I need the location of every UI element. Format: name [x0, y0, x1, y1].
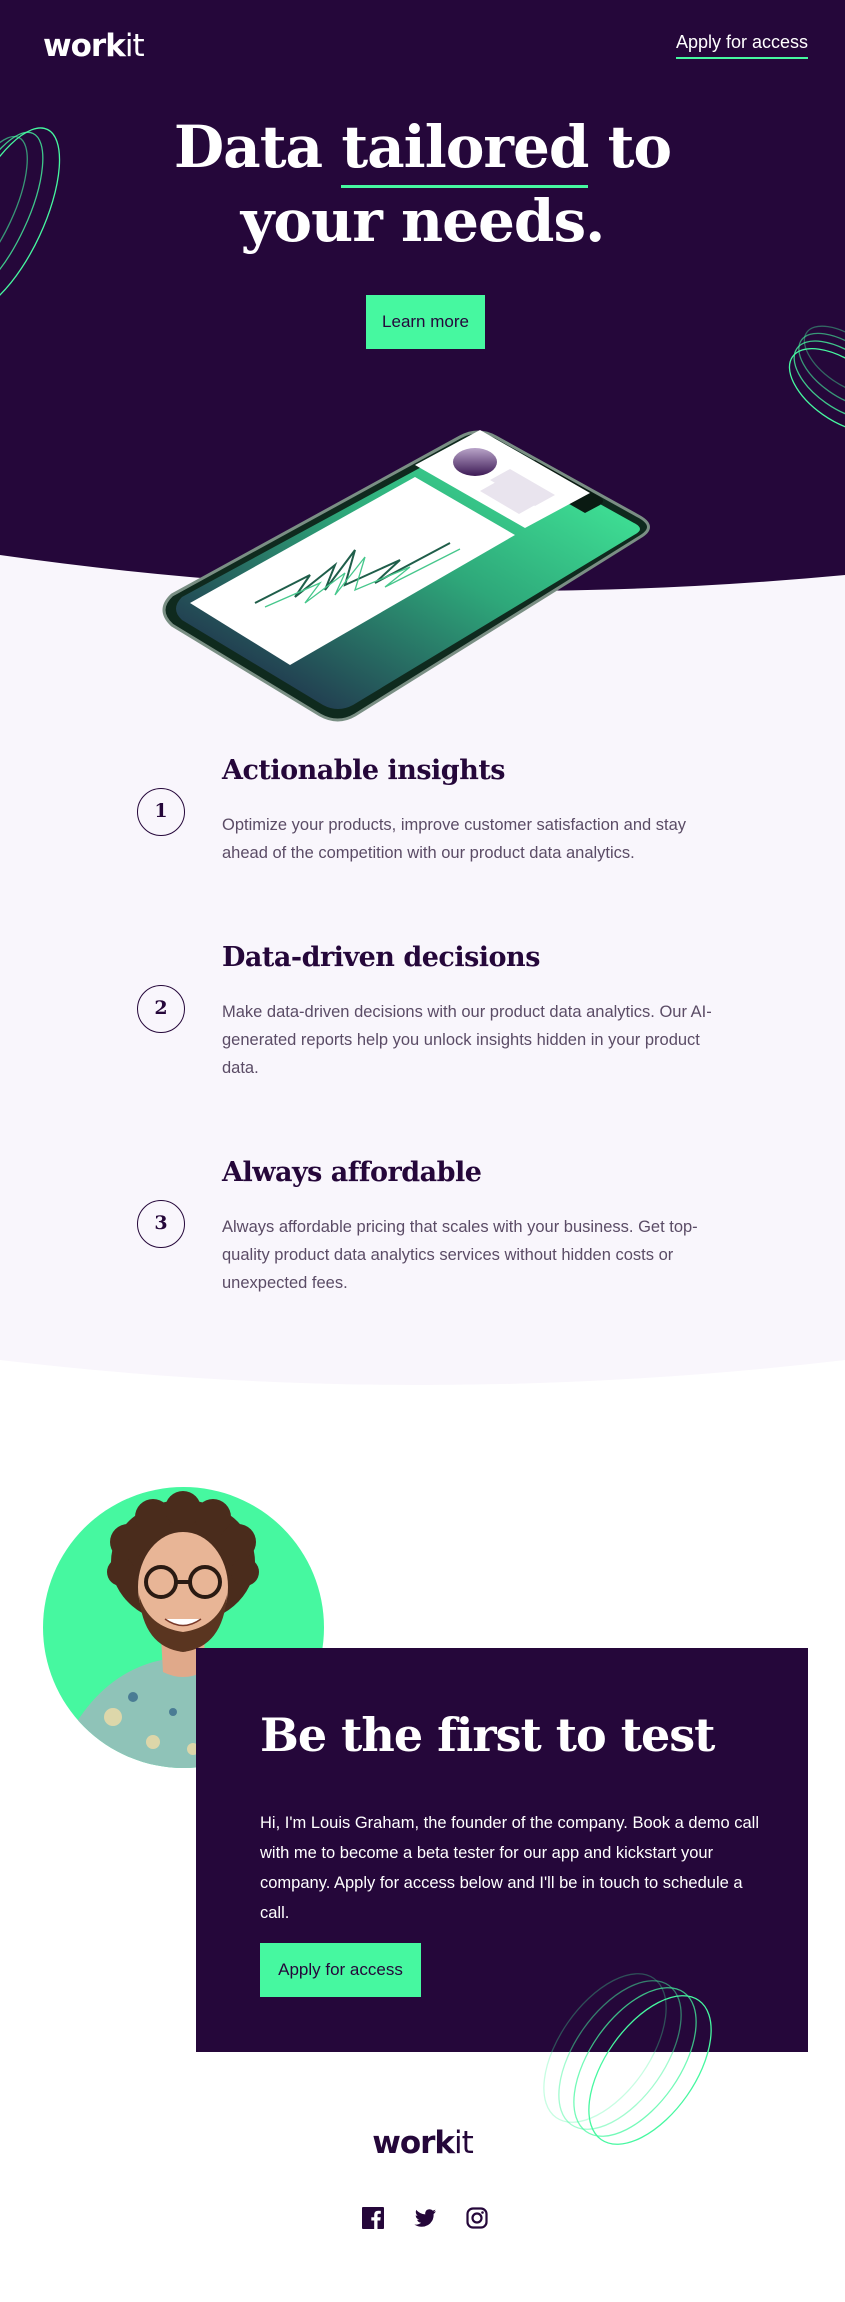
social-links: [361, 2206, 491, 2236]
instagram-icon[interactable]: [465, 2206, 489, 2230]
feature-text: Optimize your products, improve customer…: [222, 816, 687, 862]
feature-number: 3: [137, 1200, 185, 1248]
feature-number: 1: [137, 788, 185, 836]
header-apply-link[interactable]: Apply for access: [675, 32, 808, 59]
tester-title: Be the first to test: [260, 1708, 715, 1762]
footer-logo-bold: work: [372, 2125, 455, 2161]
decorative-swirl-right: [788, 325, 845, 433]
logo-bold: work: [43, 28, 126, 64]
hero-title-line2: your needs.: [240, 187, 606, 255]
features-bottom-curve: [0, 1360, 845, 1420]
feature-title: Data-driven decisions: [222, 942, 540, 973]
page: workit Apply for access Data tailored to…: [0, 0, 845, 2302]
hero-title: Data tailored to your needs.: [0, 110, 845, 258]
feature-title: Always affordable: [222, 1157, 482, 1188]
feature-text: Make data-driven decisions with our prod…: [222, 1003, 712, 1077]
footer-logo[interactable]: workit: [0, 2125, 845, 2161]
facebook-icon[interactable]: [361, 2206, 385, 2230]
phone-illustration: [162, 430, 650, 722]
twitter-icon[interactable]: [413, 2206, 437, 2230]
logo-light: it: [124, 28, 145, 64]
apply-for-access-button[interactable]: Apply for access: [260, 1943, 421, 1997]
tester-text: Hi, I'm Louis Graham, the founder of the…: [260, 1814, 760, 1922]
header-logo[interactable]: workit: [43, 28, 145, 64]
footer-logo-light: it: [454, 2125, 474, 2161]
hero-title-part2: to: [588, 113, 672, 181]
hero-title-part1: Data: [173, 113, 342, 181]
feature-text: Always affordable pricing that scales wi…: [222, 1218, 698, 1292]
feature-number: 2: [137, 985, 185, 1033]
learn-more-button[interactable]: Learn more: [366, 295, 485, 349]
hero-title-underlined: tailored: [341, 113, 589, 188]
feature-title: Actionable insights: [222, 755, 506, 786]
